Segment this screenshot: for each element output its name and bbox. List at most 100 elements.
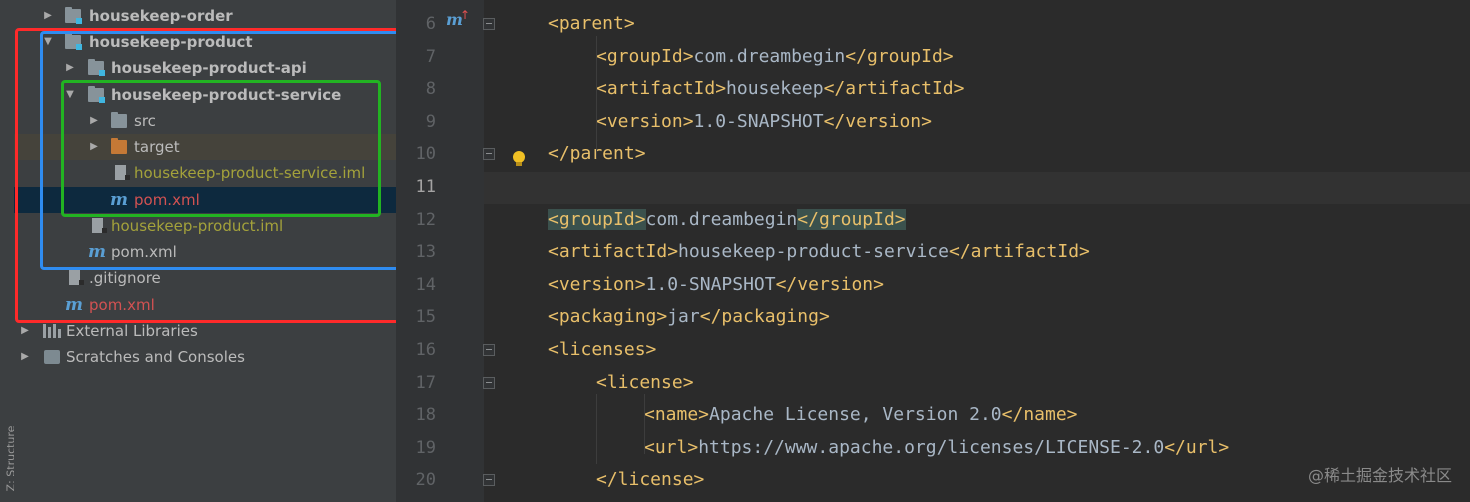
tree-item-label: pom.xml xyxy=(134,191,200,209)
code-line[interactable]: <version>1.0-SNAPSHOT</version> xyxy=(548,269,884,301)
xml-close-tag: </artifactId> xyxy=(823,78,965,100)
fold-marker-icon[interactable] xyxy=(483,344,495,356)
intention-bulb-icon[interactable] xyxy=(513,151,525,166)
library-icon xyxy=(43,324,61,338)
tree-item-housekeep-order[interactable]: ▶ housekeep-order xyxy=(14,3,396,29)
fold-marker-icon[interactable] xyxy=(483,148,495,161)
code-editor[interactable]: m ↑ 6 <parent> 7 <groupId>com.dreambegin</g… xyxy=(396,0,1470,502)
expand-arrow-icon[interactable]: ▶ xyxy=(19,344,31,370)
module-folder-icon xyxy=(65,33,82,50)
expand-arrow-icon[interactable]: ▶ xyxy=(64,55,76,81)
line-number[interactable]: 14 xyxy=(396,269,436,301)
tree-item-product-iml[interactable]: housekeep-product.iml xyxy=(14,213,396,239)
excluded-folder-icon xyxy=(111,138,127,154)
structure-tool-stripe[interactable]: Z: Structure xyxy=(0,0,17,502)
line-number[interactable]: 18 xyxy=(396,399,436,431)
tree-item-housekeep-product-service[interactable]: ▼ housekeep-product-service xyxy=(14,82,396,108)
tree-item-src[interactable]: ▶ src xyxy=(14,108,396,134)
line-number[interactable]: 16 xyxy=(396,334,436,366)
maven-m-icon: m xyxy=(65,295,83,315)
xml-close-tag: </url> xyxy=(1164,436,1230,458)
tree-item-service-pom[interactable]: m pom.xml xyxy=(14,187,396,213)
module-folder-icon xyxy=(65,7,82,24)
fold-marker-icon[interactable] xyxy=(483,474,495,487)
code-line[interactable]: <name>Apache License, Version 2.0</name> xyxy=(644,399,1078,431)
code-line[interactable]: <parent> xyxy=(548,8,635,40)
tree-item-housekeep-product-api[interactable]: ▶ housekeep-product-api xyxy=(14,55,396,81)
line-number[interactable]: 13 xyxy=(396,236,436,268)
collapse-arrow-icon[interactable]: ▼ xyxy=(64,82,76,108)
code-line[interactable]: <artifactId>housekeep</artifactId> xyxy=(596,73,964,105)
xml-text-value: Apache License, Version 2.0 xyxy=(709,404,1002,426)
tree-item-service-iml[interactable]: housekeep-product-service.iml xyxy=(14,160,396,186)
expand-arrow-icon[interactable]: ▶ xyxy=(42,3,54,29)
tree-item-target[interactable]: ▶ target xyxy=(14,134,396,160)
indent-guide xyxy=(644,394,645,454)
tree-item-external-libraries[interactable]: ▶ External Libraries xyxy=(14,318,396,344)
tree-item-label: target xyxy=(134,138,180,156)
xml-text-value: com.dreambegin xyxy=(693,45,846,67)
navigate-up-arrow-icon[interactable]: ↑ xyxy=(460,8,470,22)
xml-text-value: https://www.apache.org/licenses/LICENSE-… xyxy=(698,436,1165,458)
line-number[interactable]: 10 xyxy=(396,138,436,170)
iml-file-icon xyxy=(115,165,130,180)
tree-item-label: housekeep-product-service.iml xyxy=(134,164,366,182)
xml-open-tag: <version> xyxy=(548,273,646,295)
tree-item-label: housekeep-order xyxy=(89,7,233,25)
xml-open-tag: <groupId> xyxy=(548,208,646,230)
watermark: @稀土掘金技术社区 xyxy=(1307,466,1452,485)
tree-item-label: .gitignore xyxy=(89,269,161,287)
line-number[interactable]: 19 xyxy=(396,432,436,464)
tree-item-product-pom[interactable]: m pom.xml xyxy=(14,239,396,265)
xml-open-tag: <groupId> xyxy=(596,45,694,67)
line-number[interactable]: 9 xyxy=(396,106,436,138)
project-tree[interactable]: ▶ housekeep-order ▼ housekeep-product ▶ … xyxy=(14,0,396,502)
xml-open-tag: <artifactId> xyxy=(596,78,727,100)
line-number[interactable]: 20 xyxy=(396,464,436,496)
code-line[interactable]: <version>1.0-SNAPSHOT</version> xyxy=(596,106,932,138)
line-number[interactable]: 17 xyxy=(396,367,436,399)
xml-open-tag: <licenses> xyxy=(548,339,657,360)
tree-item-gitignore[interactable]: .gitignore xyxy=(14,265,396,291)
code-line[interactable]: <artifactId>housekeep-product-service</a… xyxy=(548,236,1090,268)
xml-close-tag: </version> xyxy=(775,273,884,295)
line-number[interactable]: 12 xyxy=(396,204,436,236)
line-number[interactable]: 7 xyxy=(396,41,436,73)
expand-arrow-icon[interactable]: ▶ xyxy=(19,318,31,344)
scratches-icon xyxy=(44,350,60,364)
xml-open-tag: <name> xyxy=(644,404,710,426)
xml-open-tag: <parent> xyxy=(548,13,635,34)
code-line[interactable]: <packaging>jar</packaging> xyxy=(548,301,830,333)
code-line[interactable]: <url>https://www.apache.org/licenses/LIC… xyxy=(644,432,1229,464)
tree-item-label: pom.xml xyxy=(89,296,155,314)
xml-open-tag: <artifactId> xyxy=(548,241,679,263)
line-number[interactable]: 6 xyxy=(396,8,436,40)
xml-text-value: housekeep xyxy=(726,78,824,100)
indent-guide xyxy=(596,394,597,464)
maven-m-icon: m xyxy=(88,242,106,262)
line-number[interactable]: 8 xyxy=(396,73,436,105)
fold-marker-icon[interactable] xyxy=(483,376,495,389)
module-folder-icon xyxy=(88,59,105,76)
tree-item-root-pom[interactable]: m pom.xml xyxy=(14,292,396,318)
code-line[interactable]: <licenses> xyxy=(548,334,656,366)
code-line[interactable]: </license> xyxy=(596,464,704,496)
xml-text-value: jar xyxy=(667,306,700,328)
expand-arrow-icon[interactable]: ▶ xyxy=(88,108,100,134)
xml-close-tag: </version> xyxy=(823,110,932,132)
xml-close-tag: </groupId> xyxy=(797,208,906,230)
xml-open-tag: <packaging> xyxy=(548,306,668,328)
tree-item-scratches[interactable]: ▶ Scratches and Consoles xyxy=(14,344,396,370)
code-line[interactable]: <groupId>com.dreambegin</groupId> xyxy=(596,41,954,73)
line-number[interactable]: 15 xyxy=(396,301,436,333)
expand-arrow-icon[interactable]: ▶ xyxy=(88,134,100,160)
fold-marker-icon[interactable] xyxy=(483,18,495,30)
collapse-arrow-icon[interactable]: ▼ xyxy=(42,29,54,55)
xml-open-tag: <version> xyxy=(596,110,694,132)
gitignore-file-icon xyxy=(69,270,84,285)
code-line[interactable]: <groupId>com.dreambegin</groupId> xyxy=(548,204,906,236)
xml-open-tag: </license> xyxy=(596,469,705,491)
line-number[interactable]: 11 xyxy=(396,171,436,203)
xml-open-tag: <license> xyxy=(596,371,694,393)
tree-item-housekeep-product[interactable]: ▼ housekeep-product xyxy=(14,29,396,55)
